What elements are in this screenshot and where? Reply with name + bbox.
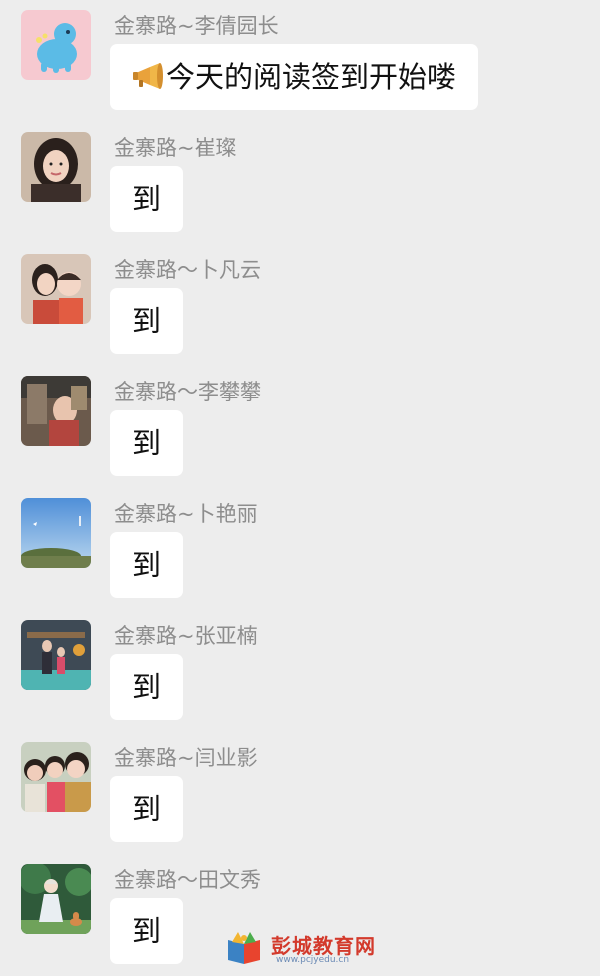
message-bubble[interactable]: 今天的阅读签到开始喽 [110, 44, 479, 110]
avatar[interactable] [21, 742, 91, 812]
message-bubble[interactable]: 到 [110, 776, 184, 842]
sender-name: 金寨路~闫业影 [114, 746, 258, 770]
sender-name: 金寨路~李倩园长 [114, 14, 279, 38]
chat-message: 金寨路～李攀攀 到 [0, 366, 600, 488]
avatar[interactable] [21, 10, 91, 80]
message-bubble[interactable]: 到 [110, 898, 184, 964]
message-text: 到 [132, 182, 162, 216]
watermark: 彭城教育网 www.pcjyedu.cn [224, 930, 384, 967]
message-text: 到 [132, 670, 162, 704]
sender-name: 金寨路~崔璨 [114, 136, 237, 160]
sender-name: 金寨路~卜艳丽 [114, 502, 258, 526]
chat-message: 金寨路~李倩园长 今天的阅读签到开始喽 [0, 0, 600, 122]
avatar[interactable] [21, 864, 91, 934]
message-text: 到 [132, 792, 162, 826]
chat-message: 金寨路~卜艳丽 到 [0, 488, 600, 610]
message-text: 今天的阅读签到开始喽 [166, 60, 457, 94]
sender-name: 金寨路～田文秀 [114, 868, 261, 892]
chat-message-list: 金寨路~李倩园长 今天的阅读签到开始喽 金寨路~崔璨 到 金寨路～卜凡云 到 金… [0, 0, 600, 967]
chat-message: 金寨路~崔璨 到 [0, 122, 600, 244]
message-text: 到 [132, 548, 162, 582]
message-text: 到 [132, 914, 162, 948]
message-text: 到 [132, 304, 162, 338]
message-bubble[interactable]: 到 [110, 410, 184, 476]
chat-message: 金寨路～卜凡云 到 [0, 244, 600, 366]
avatar[interactable] [21, 132, 91, 202]
watermark-url: www.pcjyedu.cn [276, 955, 350, 965]
sender-name: 金寨路～李攀攀 [114, 380, 261, 404]
message-bubble[interactable]: 到 [110, 166, 184, 232]
book-logo-icon [228, 932, 260, 964]
avatar[interactable] [21, 620, 91, 690]
avatar[interactable] [21, 254, 91, 324]
sender-name: 金寨路~张亚楠 [114, 624, 258, 648]
megaphone-icon [133, 63, 163, 89]
avatar[interactable] [21, 376, 91, 446]
chat-message: 金寨路~闫业影 到 [0, 732, 600, 854]
message-bubble[interactable]: 到 [110, 654, 184, 720]
message-bubble[interactable]: 到 [110, 532, 184, 598]
avatar[interactable] [21, 498, 91, 568]
message-text: 到 [132, 426, 162, 460]
sender-name: 金寨路～卜凡云 [114, 258, 261, 282]
message-bubble[interactable]: 到 [110, 288, 184, 354]
chat-message: 金寨路~张亚楠 到 [0, 610, 600, 732]
